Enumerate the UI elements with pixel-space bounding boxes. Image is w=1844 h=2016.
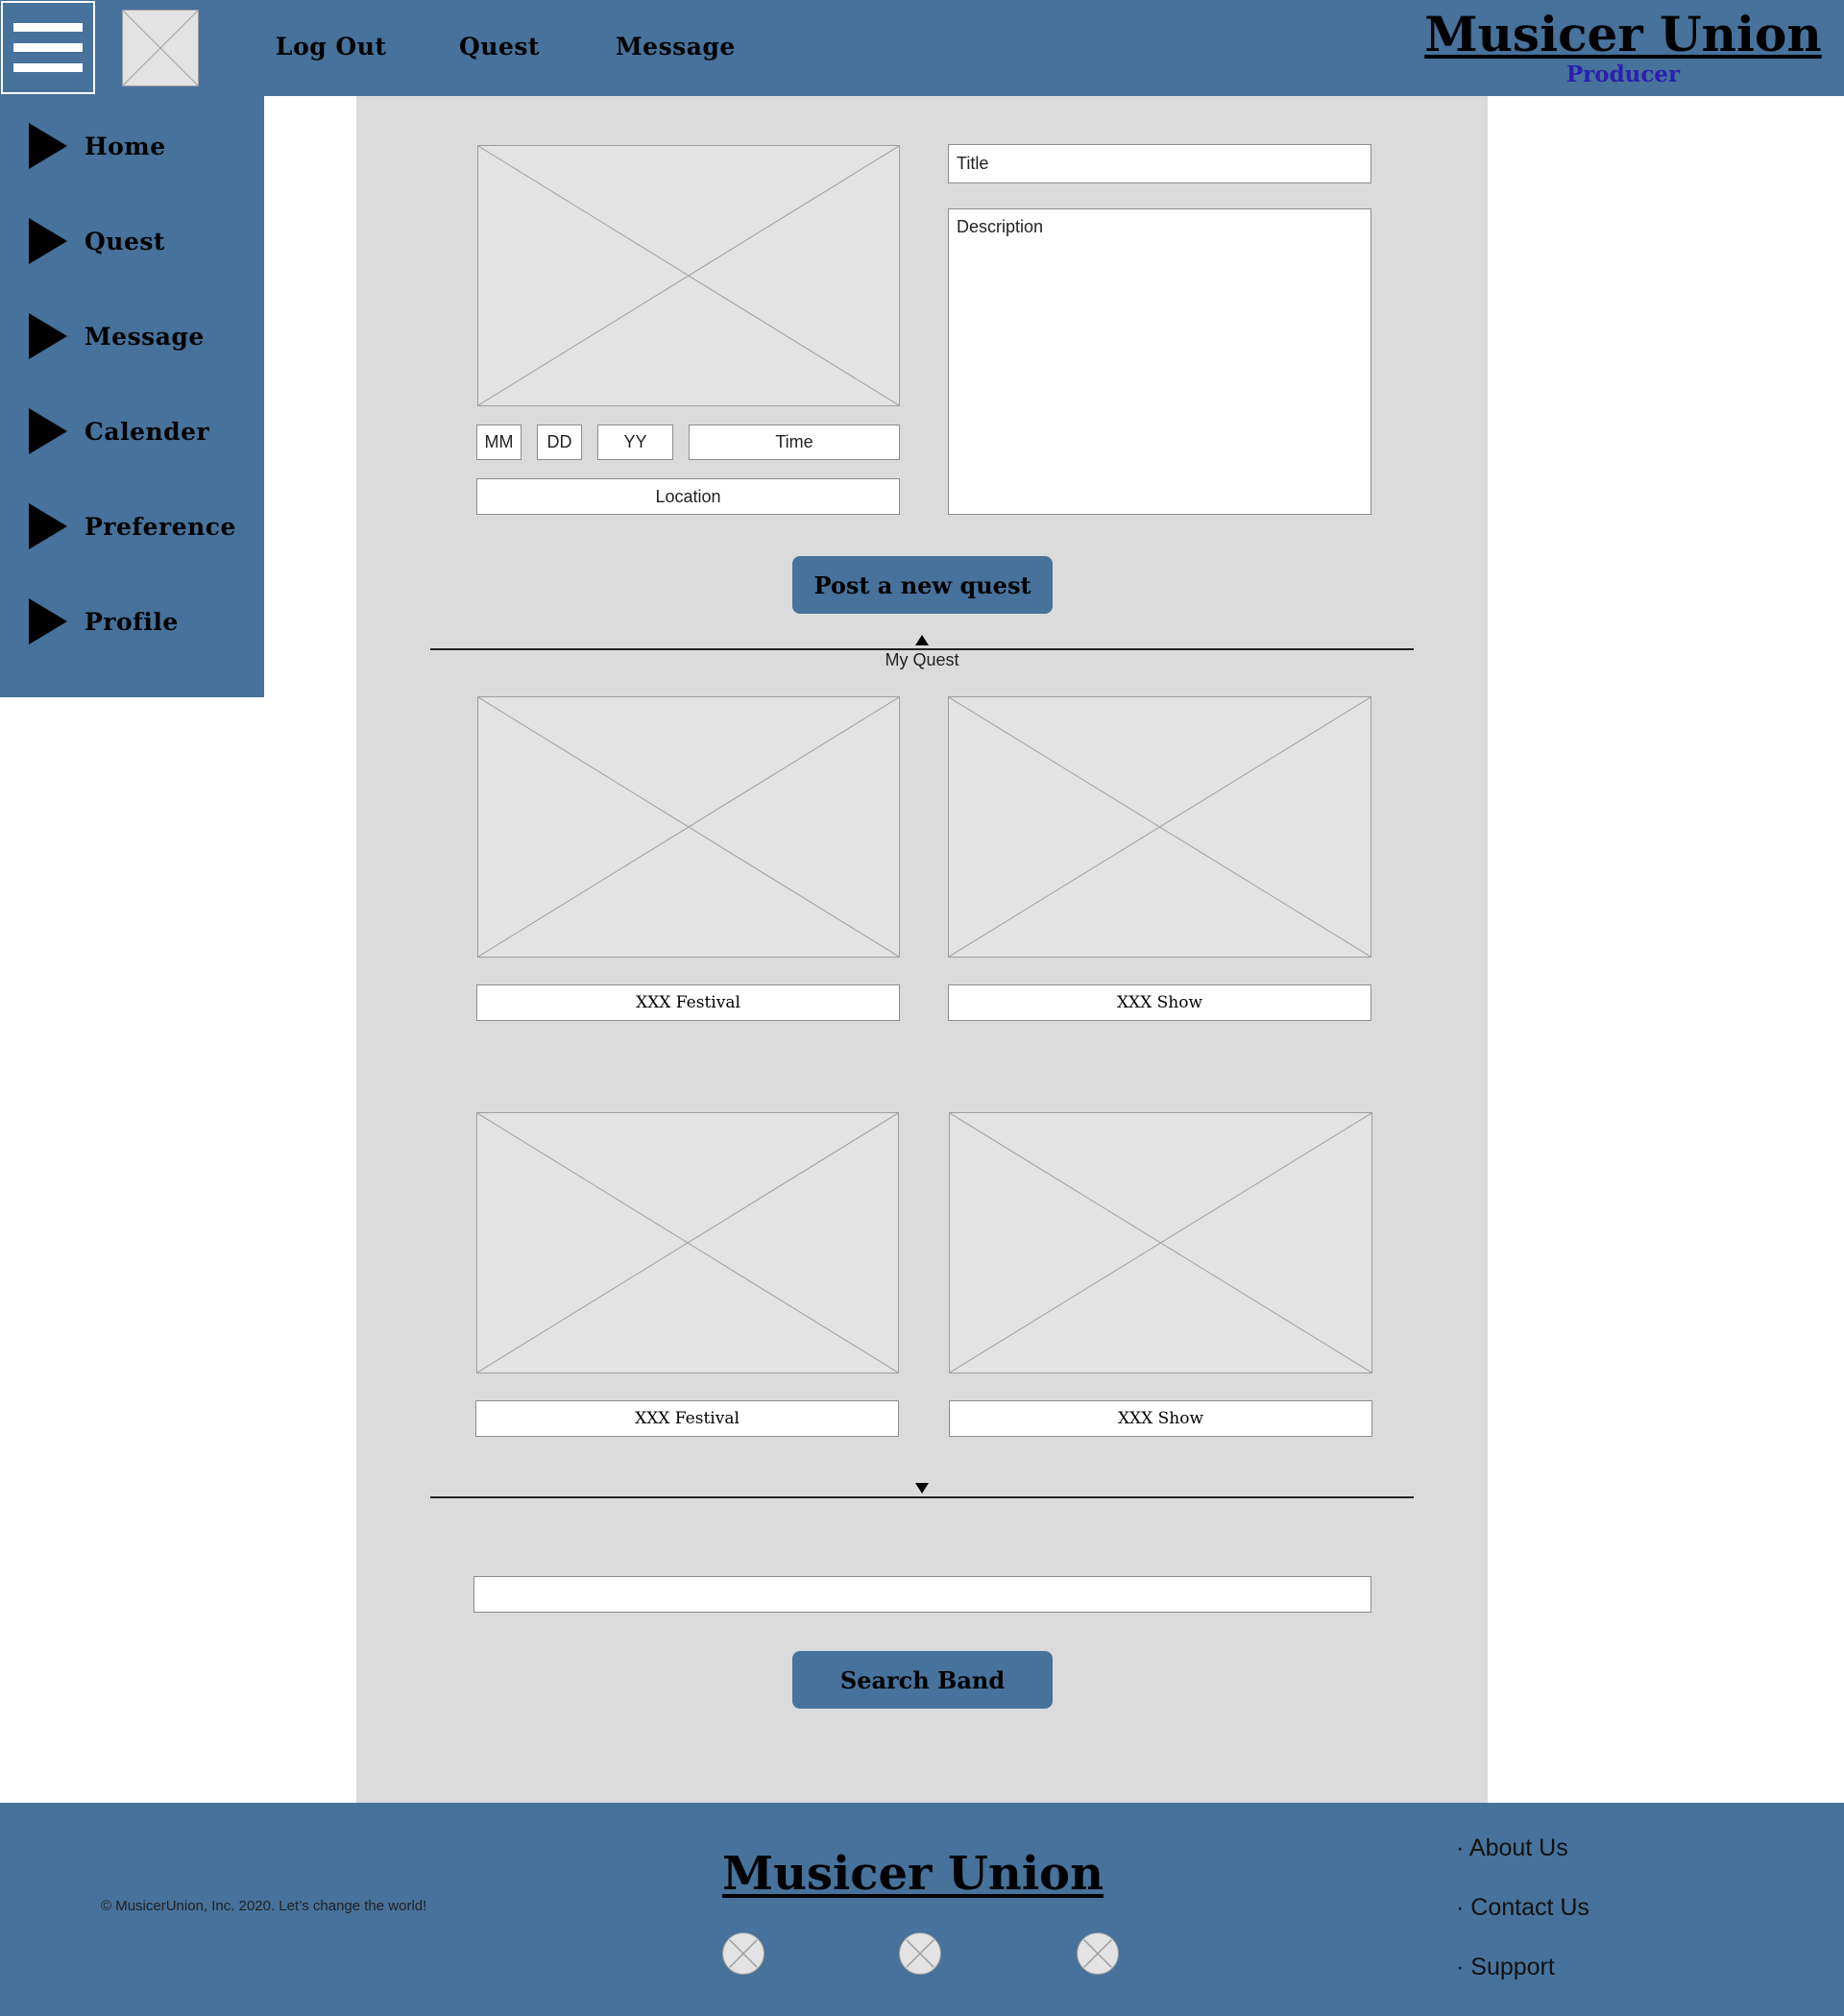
sidebar-item-home[interactable]: Home	[29, 122, 166, 170]
quest-image-upload[interactable]	[477, 145, 900, 406]
footer: © MusicerUnion, Inc. 2020. Let’s change …	[0, 1803, 1844, 2016]
quest-card-caption[interactable]: XXX Show	[948, 984, 1371, 1021]
nav-log-out[interactable]: Log Out	[276, 33, 386, 61]
nav-message[interactable]: Message	[616, 33, 736, 61]
brand-role: Producer	[1565, 61, 1681, 87]
sidebar-item-label: Home	[85, 132, 166, 160]
hamburger-menu-icon[interactable]	[1, 1, 95, 94]
play-arrow-icon	[29, 313, 67, 359]
sidebar-item-label: Quest	[85, 227, 165, 255]
scroll-up-icon[interactable]	[915, 635, 929, 645]
post-quest-button[interactable]: Post a new quest	[792, 556, 1053, 614]
sidebar-item-message[interactable]: Message	[29, 312, 205, 360]
sidebar-item-label: Calender	[85, 417, 210, 446]
sidebar-item-preference[interactable]: Preference	[29, 502, 236, 550]
sidebar-item-label: Message	[85, 322, 205, 351]
play-arrow-icon	[29, 123, 67, 169]
quest-card-caption[interactable]: XXX Festival	[475, 1400, 899, 1437]
day-field[interactable]: DD	[537, 425, 582, 460]
search-band-button[interactable]: Search Band	[792, 1651, 1053, 1709]
sidebar-item-calender[interactable]: Calender	[29, 407, 209, 455]
quest-card-caption[interactable]: XXX Festival	[476, 984, 900, 1021]
sidebar-item-label: Preference	[85, 512, 236, 541]
location-field[interactable]: Location	[476, 478, 900, 515]
top-header: Log Out Quest Message Musicer Union Prod…	[0, 0, 1844, 96]
menu-bar	[13, 23, 83, 32]
quest-card-image[interactable]	[948, 696, 1371, 958]
quest-card-caption[interactable]: XXX Show	[949, 1400, 1372, 1437]
nav-quest[interactable]: Quest	[459, 33, 540, 61]
sidebar: Home Quest Message Calender Preference P…	[0, 96, 264, 697]
time-field[interactable]: Time	[689, 425, 900, 460]
my-quest-label: My Quest	[885, 650, 959, 669]
footer-link-support[interactable]: · Support	[1456, 1954, 1555, 1981]
sidebar-item-profile[interactable]: Profile	[29, 597, 179, 645]
copyright-text: © MusicerUnion, Inc. 2020. Let’s change …	[101, 1898, 427, 1914]
footer-brand-name: Musicer Union	[722, 1847, 1104, 1901]
social-icon-placeholder[interactable]	[722, 1932, 764, 1975]
main-panel: MM DD YY Time Location Title Description…	[356, 96, 1488, 1803]
description-field[interactable]: Description	[948, 208, 1371, 515]
year-field[interactable]: YY	[597, 425, 673, 460]
brand-name: Musicer Union	[1424, 6, 1822, 62]
play-arrow-icon	[29, 503, 67, 549]
scroll-down-icon[interactable]	[915, 1483, 929, 1494]
title-field[interactable]: Title	[948, 144, 1371, 183]
logo-image-placeholder	[122, 10, 199, 86]
play-arrow-icon	[29, 218, 67, 264]
menu-bar	[13, 63, 83, 72]
menu-bar	[13, 43, 83, 52]
social-icon-placeholder[interactable]	[899, 1932, 941, 1975]
search-band-input[interactable]	[473, 1576, 1371, 1613]
sidebar-item-quest[interactable]: Quest	[29, 217, 165, 265]
footer-link-contact-us[interactable]: · Contact Us	[1456, 1894, 1589, 1922]
social-icon-placeholder[interactable]	[1077, 1932, 1119, 1975]
brand: Musicer Union Producer	[1421, 6, 1825, 88]
footer-link-about-us[interactable]: · About Us	[1456, 1834, 1568, 1862]
quest-card-image[interactable]	[949, 1112, 1372, 1373]
play-arrow-icon	[29, 408, 67, 454]
sidebar-item-label: Profile	[85, 607, 179, 636]
play-arrow-icon	[29, 598, 67, 644]
month-field[interactable]: MM	[476, 425, 522, 460]
quest-card-image[interactable]	[477, 696, 900, 958]
section-divider	[430, 1496, 1414, 1498]
quest-card-image[interactable]	[476, 1112, 899, 1373]
